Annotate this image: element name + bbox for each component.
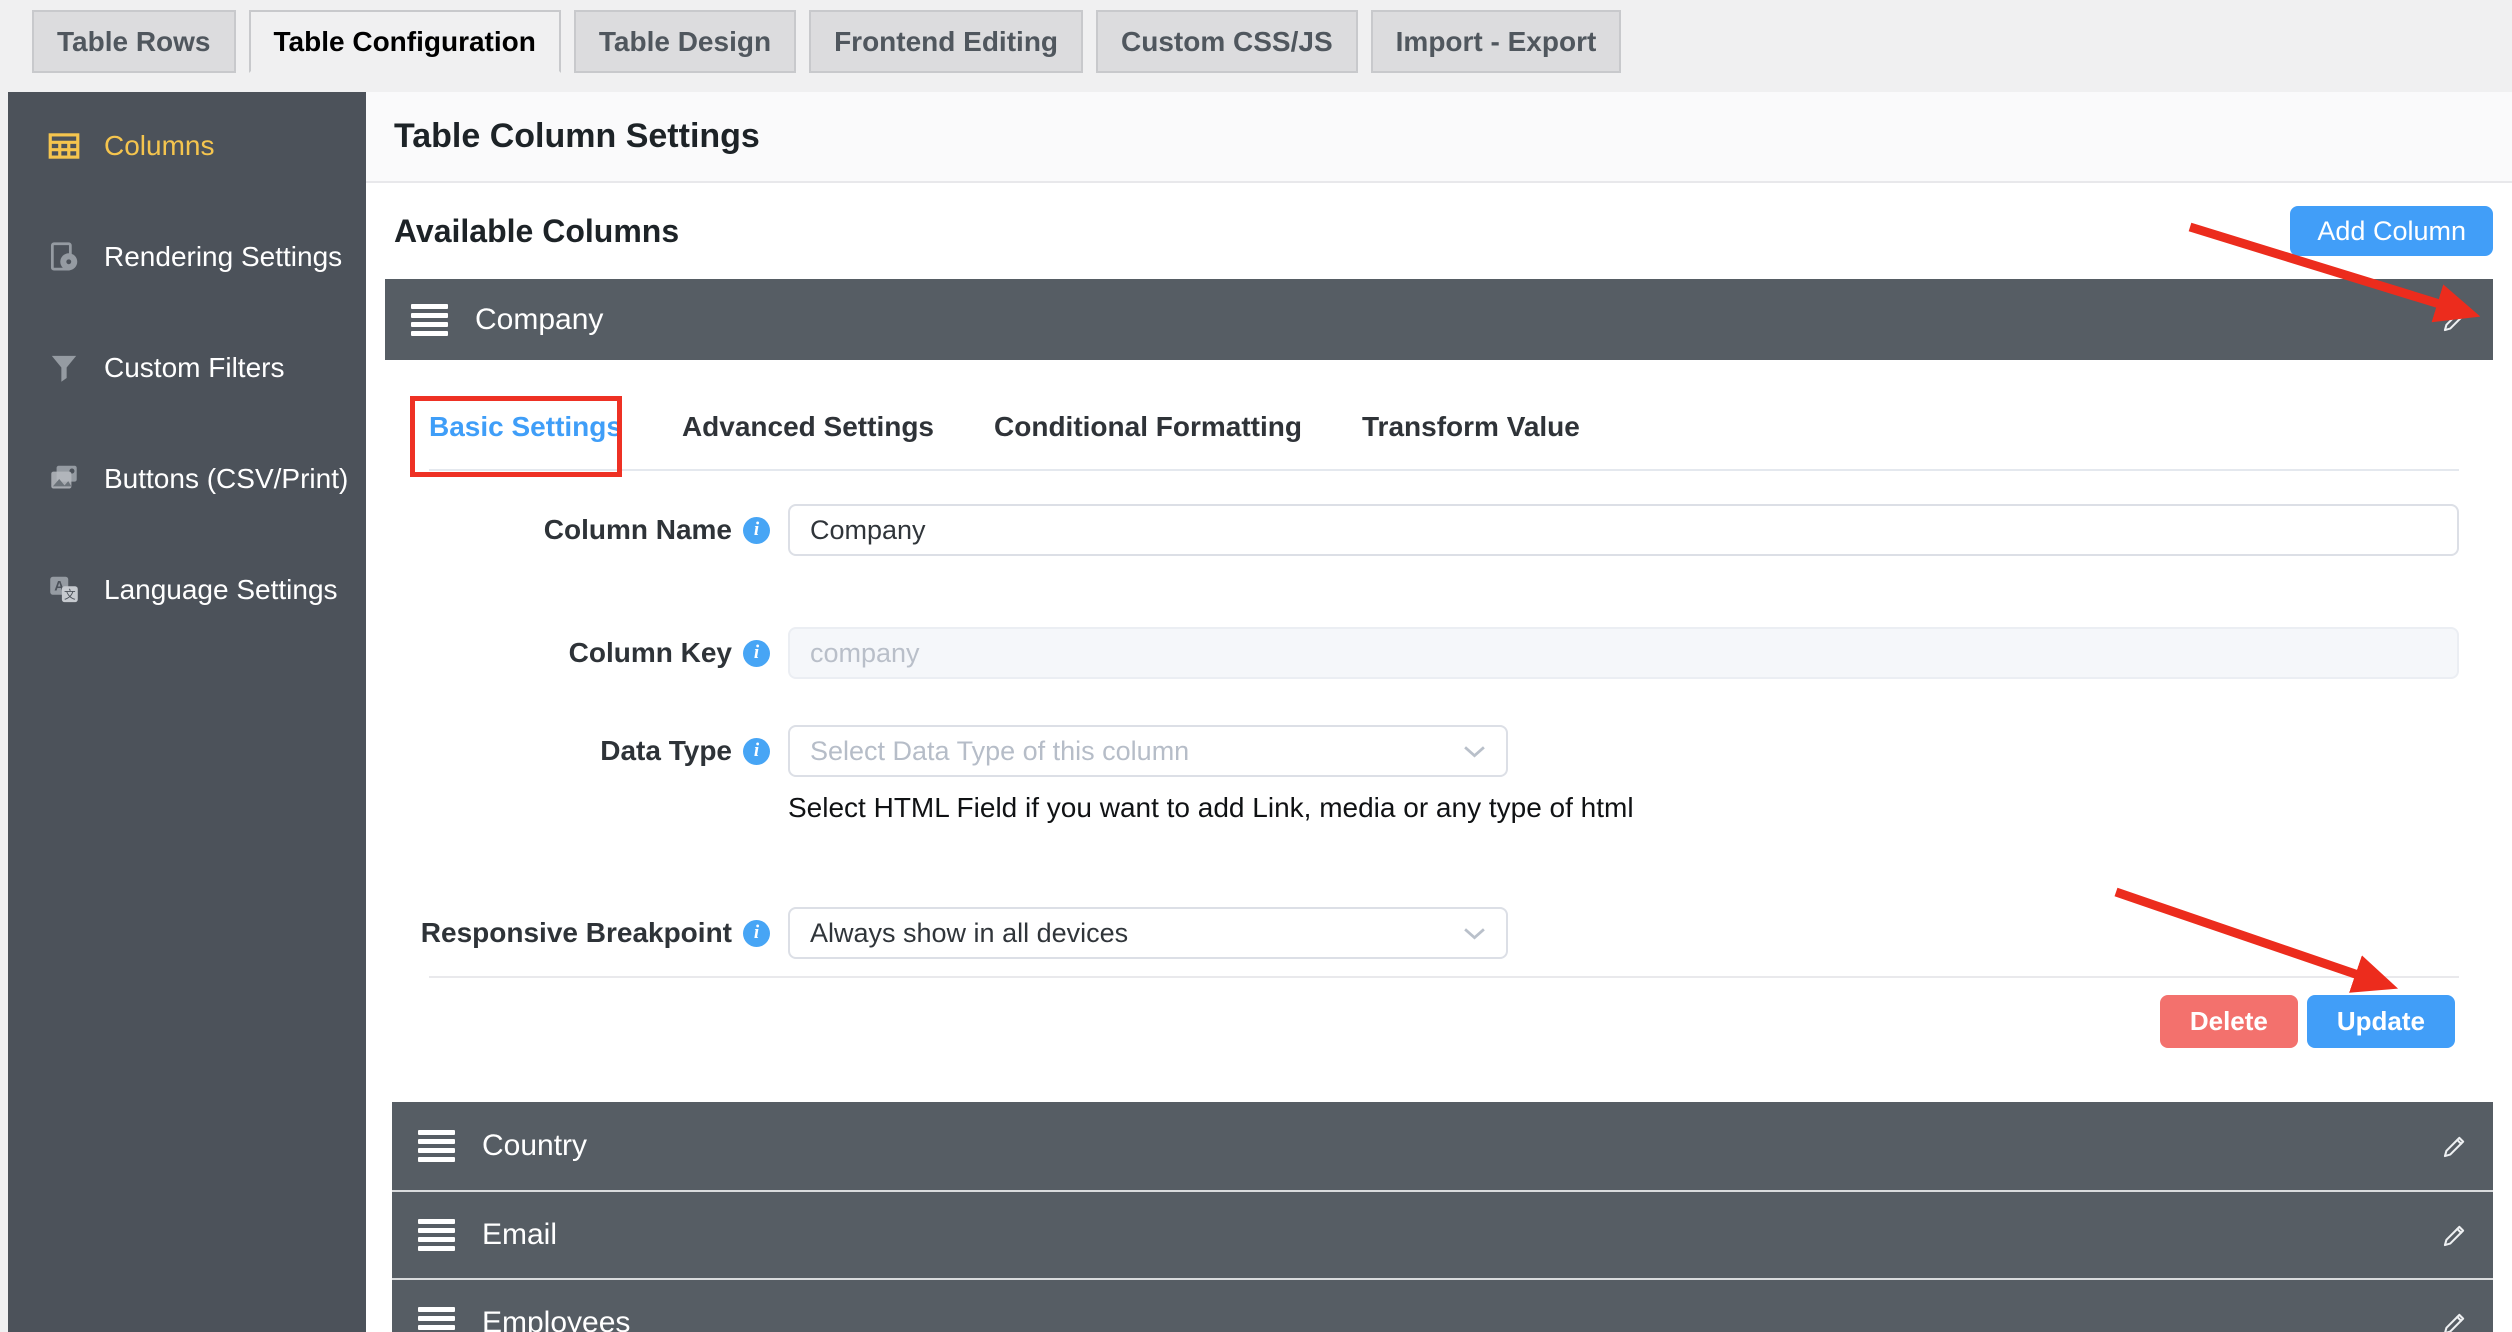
sidebar-item-columns[interactable]: Columns [8,118,366,174]
editor-tab-bar: Basic Settings Advanced Settings Conditi… [429,360,2459,471]
responsive-breakpoint-select[interactable] [788,907,1508,959]
sidebar-item-label: Columns [104,130,214,162]
column-key-row: Column Key [429,627,2512,679]
column-editor-panel: Basic Settings Advanced Settings Conditi… [366,360,2512,1085]
editor-actions: Delete Update [366,995,2455,1085]
edit-pencil-icon[interactable] [2439,1307,2471,1332]
info-icon[interactable] [743,920,770,947]
buttons-csv-print-icon [44,459,84,499]
sidebar-item-buttons-csv-print[interactable]: Buttons (CSV/Print) [8,451,366,507]
page-header: Table Column Settings [366,92,2512,183]
svg-text:文: 文 [64,587,76,601]
tab-conditional-formatting[interactable]: Conditional Formatting [994,410,1302,469]
tab-table-rows[interactable]: Table Rows [32,10,236,73]
column-bar-title: Company [475,303,603,337]
data-type-select[interactable] [788,725,1508,777]
tab-import-export[interactable]: Import - Export [1371,10,1622,73]
column-bar-country[interactable]: Country [392,1102,2493,1190]
settings-sidebar: Columns Rendering Settings Custom Filter… [8,92,366,1332]
tab-transform-value[interactable]: Transform Value [1362,410,1580,469]
tab-custom-css-js[interactable]: Custom CSS/JS [1096,10,1358,73]
sidebar-item-rendering-settings[interactable]: Rendering Settings [8,229,366,285]
drag-handle-icon[interactable] [411,304,448,336]
data-type-help-text: Select HTML Field if you want to add Lin… [788,791,2512,825]
panel-divider [429,976,2459,978]
rendering-settings-icon [44,237,84,277]
edit-pencil-icon[interactable] [2439,1219,2471,1251]
available-columns-row: Available Columns Add Column [366,183,2512,279]
page-title: Table Column Settings [394,117,760,156]
column-bar-company[interactable]: Company [385,279,2493,360]
column-bar-title: Country [482,1129,587,1163]
sidebar-item-custom-filters[interactable]: Custom Filters [8,340,366,396]
data-type-row: Data Type [429,725,2512,777]
column-bar-title: Employees [482,1306,630,1332]
responsive-breakpoint-row: Responsive Breakpoint [429,907,2512,959]
info-icon[interactable] [743,517,770,544]
drag-handle-icon[interactable] [418,1219,455,1251]
add-column-button[interactable]: Add Column [2290,206,2493,256]
tab-table-design[interactable]: Table Design [574,10,796,73]
sidebar-item-label: Rendering Settings [104,241,342,273]
collapsed-columns-list: Country Email Employees [392,1102,2493,1332]
drag-handle-icon[interactable] [418,1130,455,1162]
column-bar-email[interactable]: Email [392,1190,2493,1278]
top-nav-tab-bar: Table Rows Table Configuration Table Des… [32,10,1621,73]
column-key-label: Column Key [569,637,732,669]
tab-basic-settings[interactable]: Basic Settings [429,410,622,469]
data-type-label: Data Type [600,735,732,767]
filter-funnel-icon [44,348,84,388]
sidebar-item-label: Buttons (CSV/Print) [104,463,348,495]
table-columns-icon [44,126,84,166]
column-name-input[interactable] [788,504,2459,556]
delete-button[interactable]: Delete [2160,995,2298,1048]
sidebar-item-label: Custom Filters [104,352,284,384]
available-columns-title: Available Columns [394,213,679,250]
drag-handle-icon[interactable] [418,1307,455,1332]
main-content: Table Column Settings Available Columns … [366,92,2512,1332]
info-icon[interactable] [743,738,770,765]
edit-pencil-icon[interactable] [2439,1130,2471,1162]
language-translate-icon: A 文 [44,570,84,610]
tab-advanced-settings[interactable]: Advanced Settings [682,410,934,469]
responsive-breakpoint-label: Responsive Breakpoint [421,917,732,949]
sidebar-item-language-settings[interactable]: A 文 Language Settings [8,562,366,618]
column-name-row: Column Name [429,504,2512,556]
tab-frontend-editing[interactable]: Frontend Editing [809,10,1083,73]
column-key-input [788,627,2459,679]
update-button[interactable]: Update [2307,995,2455,1048]
column-name-label: Column Name [544,514,732,546]
sidebar-item-label: Language Settings [104,574,338,606]
column-bar-employees[interactable]: Employees [392,1278,2493,1332]
info-icon[interactable] [743,640,770,667]
edit-pencil-icon[interactable] [2439,304,2471,336]
column-bar-title: Email [482,1218,557,1252]
tab-table-configuration[interactable]: Table Configuration [249,10,561,73]
